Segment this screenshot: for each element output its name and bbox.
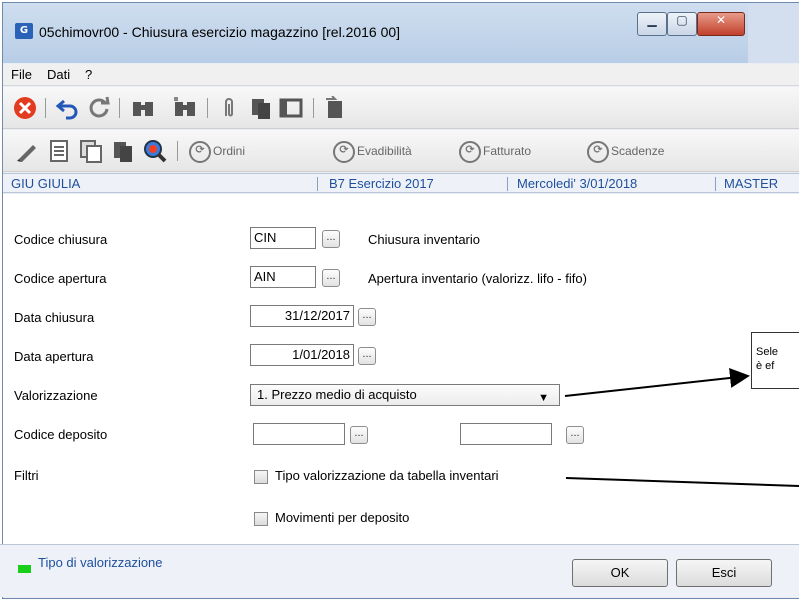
legend-swatch (18, 565, 31, 573)
annotation-arrows (564, 368, 799, 487)
callout-line-1: Sele (756, 346, 779, 358)
callout-line-2: è ef (756, 360, 775, 372)
ok-button[interactable]: OK (572, 559, 668, 587)
legend-text: Tipo di valorizzazione (38, 555, 163, 570)
esci-button[interactable]: Esci (676, 559, 772, 587)
bottom-bar: Tipo di valorizzazione OK Esci (0, 544, 799, 597)
annotation-callout: Sele è ef (751, 332, 799, 389)
